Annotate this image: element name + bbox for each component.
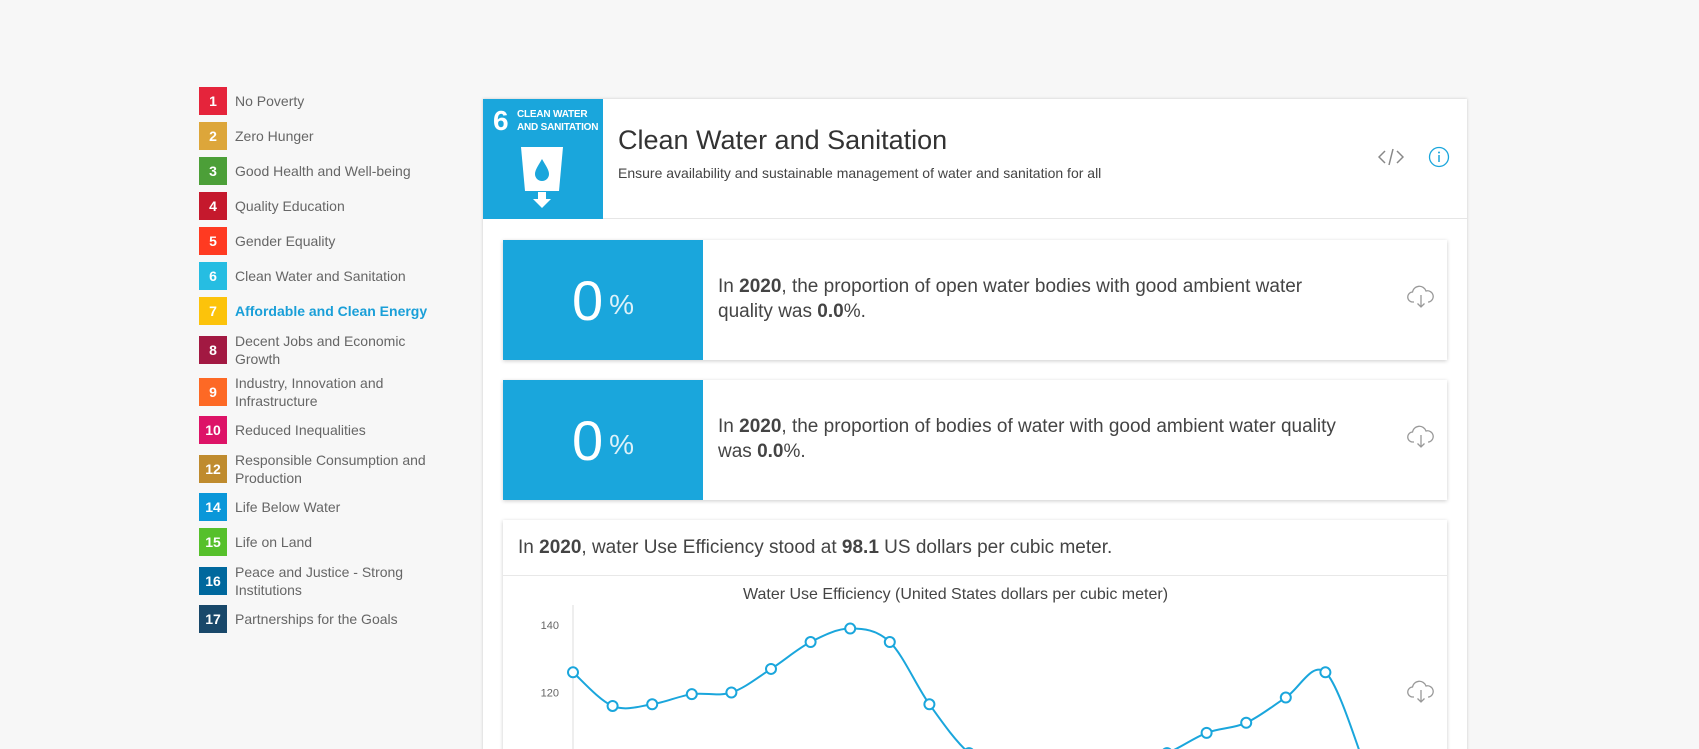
goal-panel: 6 CLEAN WATER AND SANITATION Clean Water… <box>483 99 1467 749</box>
stat-year: 2020 <box>739 416 782 437</box>
goal-label: Reduced Inequalities <box>235 422 366 438</box>
data-point[interactable] <box>646 698 659 711</box>
data-point[interactable] <box>1319 666 1332 679</box>
sdg-badge: 6 CLEAN WATER AND SANITATION <box>483 99 603 219</box>
goal-number-badge: 16 <box>199 567 227 595</box>
goal-number-badge: 12 <box>199 455 227 483</box>
goal-label: Zero Hunger <box>235 128 314 144</box>
divider <box>503 575 1447 576</box>
page-subtitle: Ensure availability and sustainable mana… <box>618 165 1102 181</box>
goal-label: Good Health and Well-being <box>235 163 411 179</box>
stat-unit: % <box>609 289 635 320</box>
water-glass-icon <box>521 147 563 208</box>
goal-number-badge: 1 <box>199 87 227 115</box>
cloud-download-icon[interactable] <box>1407 285 1435 314</box>
goal-label: Affordable and Clean Energy <box>235 303 428 319</box>
goal-number-badge: 5 <box>199 227 227 255</box>
goal-number-badge: 3 <box>199 157 227 185</box>
badge-text: CLEAN WATER AND SANITATION <box>517 108 598 134</box>
goal-label: Gender Equality <box>235 233 336 249</box>
goal-label: Decent Jobs and Economic Growth <box>235 333 406 367</box>
stat-figure: 0.0 <box>757 441 784 462</box>
stat-value: 0 <box>571 408 604 472</box>
goal-number-badge: 4 <box>199 192 227 220</box>
sidebar-goal-14[interactable]: 14 Life Below Water <box>199 493 439 521</box>
data-point[interactable] <box>923 698 936 711</box>
chart-title: Water Use Efficiency (United States doll… <box>742 586 1169 603</box>
data-point[interactable] <box>1279 691 1292 704</box>
data-point[interactable] <box>1240 716 1253 729</box>
goal-number-badge: 6 <box>199 262 227 290</box>
sidebar-goal-4[interactable]: 4 Quality Education <box>199 192 439 220</box>
sidebar-goal-8[interactable]: 8 Decent Jobs and Economic Growth <box>199 332 439 368</box>
data-point[interactable] <box>804 636 817 649</box>
goal-label: Clean Water and Sanitation <box>235 268 406 284</box>
sidebar-goal-12[interactable]: 12 Responsible Consumption and Production <box>199 451 439 487</box>
goal-number-badge: 17 <box>199 605 227 633</box>
stat-text: In 2020, the proportion of bodies of wat… <box>718 416 1336 462</box>
data-point[interactable] <box>765 662 777 675</box>
goal-number-badge: 2 <box>199 122 227 150</box>
stat-year: 2020 <box>739 276 782 297</box>
goal-label: Quality Education <box>235 198 345 214</box>
goal-number-badge: 7 <box>199 297 227 325</box>
goal-number-badge: 8 <box>199 336 227 364</box>
stat-text: In 2020, the proportion of open water bo… <box>718 276 1303 322</box>
goals-sidebar: 1 No Poverty 2 Zero Hunger 3 Good Health and … <box>199 87 439 640</box>
page-title: Clean Water and Sanitation <box>618 125 948 155</box>
goal-label: Peace and Justice - Strong Institutions <box>235 564 404 598</box>
stat-unit: % <box>609 429 635 460</box>
stat-value-box: 0 % <box>503 380 703 500</box>
data-point[interactable] <box>606 699 619 712</box>
cloud-download-icon[interactable] <box>1407 425 1435 454</box>
goal-label: Partnerships for the Goals <box>235 611 398 627</box>
sidebar-goal-5[interactable]: 5 Gender Equality <box>199 227 439 255</box>
goal-number-badge: 15 <box>199 528 227 556</box>
goal-label: Life Below Water <box>235 499 341 515</box>
stat-card: 0 % In 2020, the proportion of open wate… <box>503 240 1447 360</box>
stat-figure: 0.0 <box>817 301 844 322</box>
sidebar-goal-6[interactable]: 6 Clean Water and Sanitation <box>199 262 439 290</box>
chart-card: In 2020, water Use Efficiency stood at 9… <box>503 520 1447 749</box>
efficiency-figure: 98.1 <box>841 537 879 558</box>
efficiency-year: 2020 <box>539 537 582 558</box>
stat-value-box: 0 % <box>503 240 703 360</box>
goal-number-badge: 14 <box>199 493 227 521</box>
goal-number-badge: 10 <box>199 416 227 444</box>
sidebar-goal-2[interactable]: 2 Zero Hunger <box>199 122 439 150</box>
sidebar-goal-3[interactable]: 3 Good Health and Well-being <box>199 157 439 185</box>
data-point[interactable] <box>1200 726 1213 739</box>
data-point[interactable] <box>725 686 738 699</box>
cloud-download-icon[interactable] <box>1407 680 1435 709</box>
stat-card: 0 % In 2020, the proportion of bodies of… <box>503 380 1447 500</box>
sidebar-goal-7[interactable]: 7 Affordable and Clean Energy <box>199 297 439 325</box>
data-point[interactable] <box>883 636 896 649</box>
badge-text-line2: AND SANITATION <box>517 122 599 133</box>
y-tick-label: 120 <box>541 688 559 700</box>
sidebar-goal-17[interactable]: 17 Partnerships for the Goals <box>199 605 439 633</box>
goal-label: No Poverty <box>235 93 305 109</box>
badge-text-line1: CLEAN WATER <box>517 109 588 120</box>
code-icon[interactable] <box>1377 147 1405 172</box>
goal-label: Responsible Consumption and Production <box>235 452 426 486</box>
sidebar-goal-1[interactable]: 1 No Poverty <box>199 87 439 115</box>
info-icon[interactable] <box>1428 146 1450 173</box>
line-chart: 140120100 <box>541 605 1360 749</box>
data-point[interactable] <box>567 666 579 679</box>
sidebar-goal-15[interactable]: 15 Life on Land <box>199 528 439 556</box>
goal-number-badge: 9 <box>199 378 227 406</box>
goal-header: 6 CLEAN WATER AND SANITATION Clean Water… <box>483 99 1467 219</box>
badge-number: 6 <box>493 105 509 136</box>
sidebar-goal-10[interactable]: 10 Reduced Inequalities <box>199 416 439 444</box>
data-point[interactable] <box>685 688 698 701</box>
y-tick-label: 140 <box>541 620 559 632</box>
goal-label: Industry, Innovation and Infrastructure <box>235 375 384 409</box>
data-point[interactable] <box>844 622 857 635</box>
stat-value: 0 <box>571 268 604 332</box>
efficiency-sentence: In 2020, water Use Efficiency stood at 9… <box>518 537 1113 558</box>
sidebar-goal-16[interactable]: 16 Peace and Justice - Strong Institution… <box>199 563 439 599</box>
sidebar-goal-9[interactable]: 9 Industry, Innovation and Infrastructure <box>199 374 439 410</box>
goal-label: Life on Land <box>235 534 313 550</box>
